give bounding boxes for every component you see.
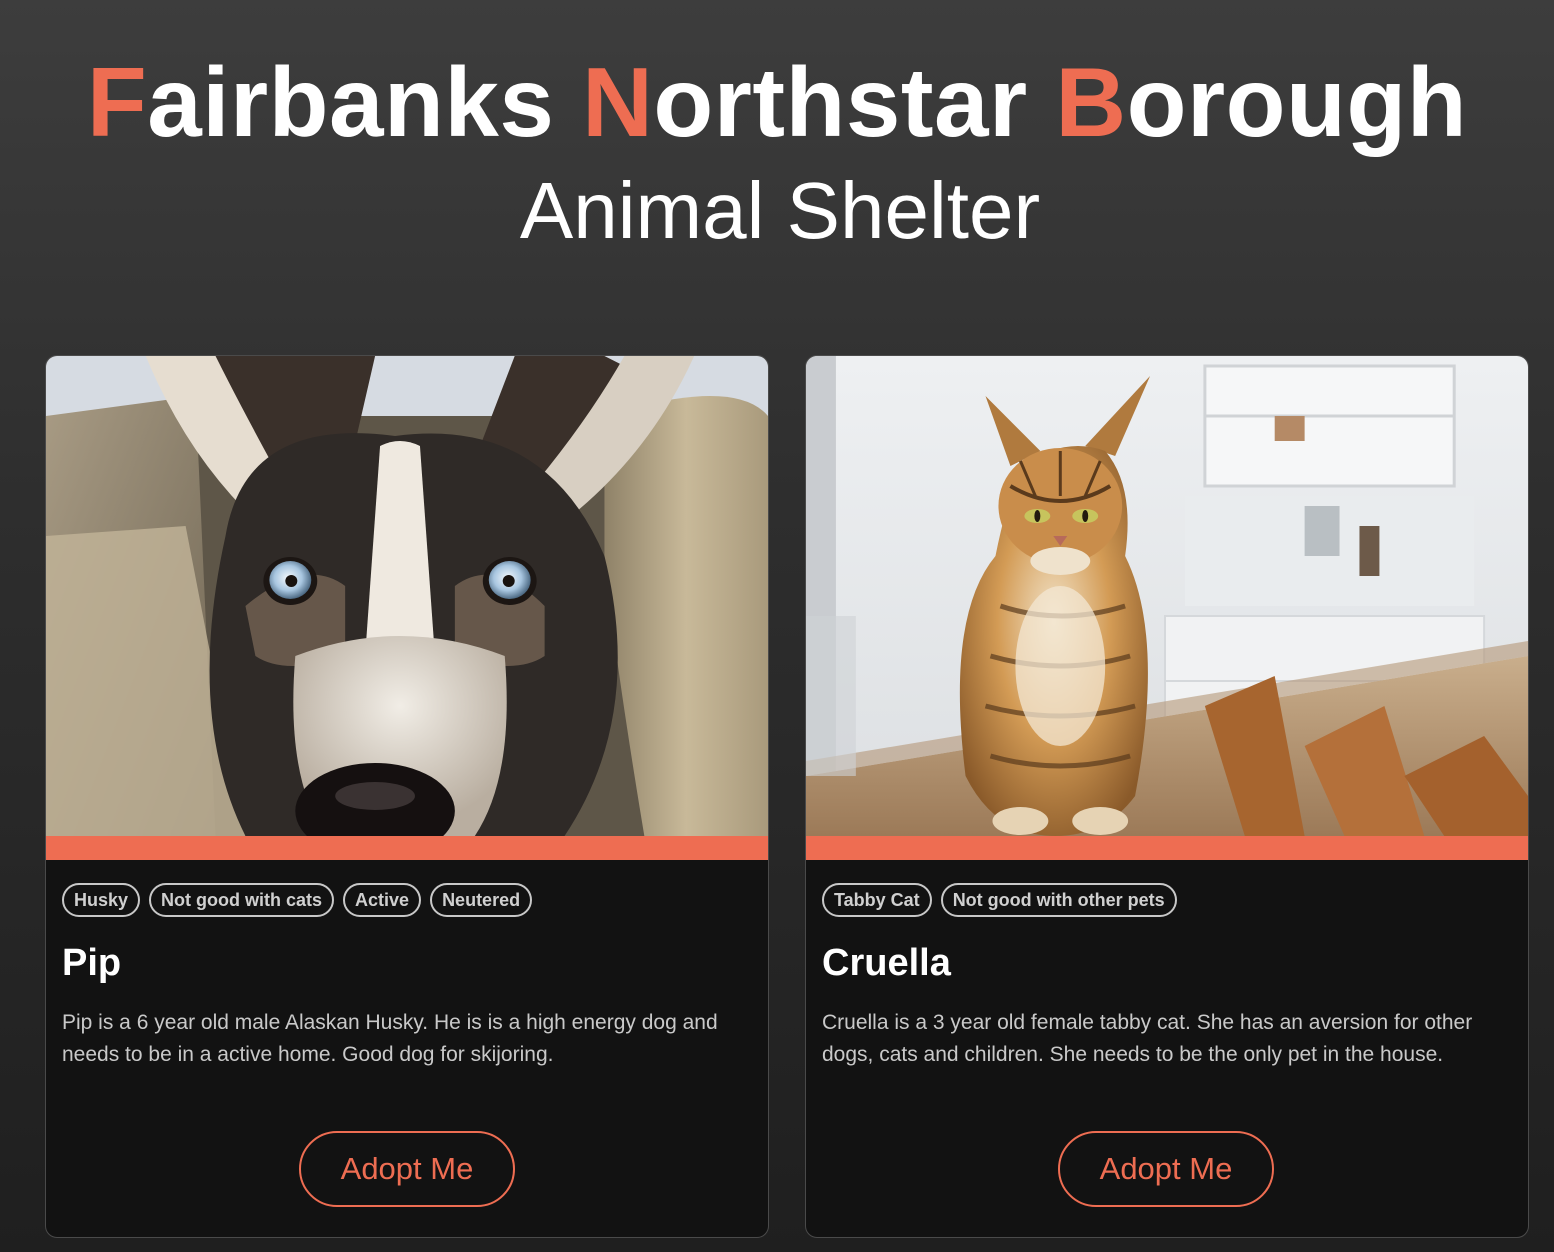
pet-tags: Husky Not good with cats Active Neutered — [62, 883, 533, 917]
page-title: Fairbanks Northstar Borough — [0, 50, 1554, 154]
pet-description: Cruella is a 3 year old female tabby cat… — [822, 1011, 1473, 1066]
title-word-2-rest: orthstar — [653, 47, 1028, 157]
adopt-me-button[interactable]: Adopt Me — [299, 1131, 515, 1207]
pet-card-pip: Husky Not good with cats Active Neutered… — [45, 355, 769, 1238]
photo-accent-bar — [46, 836, 768, 860]
pet-card-cruella: Tabby Cat Not good with other pets Cruel… — [805, 355, 1529, 1238]
title-initial-1: F — [86, 47, 148, 157]
pet-tags: Tabby Cat Not good with other pets — [822, 883, 1177, 917]
tag-compatibility: Not good with other pets — [940, 883, 1177, 917]
title-word-1-rest: airbanks — [147, 47, 555, 157]
tag-breed: Husky — [62, 883, 141, 917]
pet-name: Cruella — [822, 942, 951, 984]
adopt-me-button[interactable]: Adopt Me — [1058, 1131, 1274, 1207]
tabby-cat-photo — [806, 356, 1528, 836]
photo-accent-bar — [806, 836, 1528, 860]
tag-breed: Tabby Cat — [822, 883, 932, 917]
title-initial-2: N — [582, 47, 654, 157]
husky-photo — [46, 356, 768, 836]
tag-compatibility: Not good with cats — [149, 883, 335, 917]
tag-status: Neutered — [430, 883, 533, 917]
title-word-3-rest: orough — [1126, 47, 1468, 157]
pet-description: Pip is a 6 year old male Alaskan Husky. … — [62, 1011, 718, 1066]
pet-name: Pip — [62, 942, 122, 984]
page-header: Fairbanks Northstar Borough Animal Shelt… — [0, 50, 1554, 256]
page-subtitle: Animal Shelter — [519, 166, 1041, 255]
tag-energy: Active — [343, 883, 422, 917]
title-initial-3: B — [1055, 47, 1127, 157]
